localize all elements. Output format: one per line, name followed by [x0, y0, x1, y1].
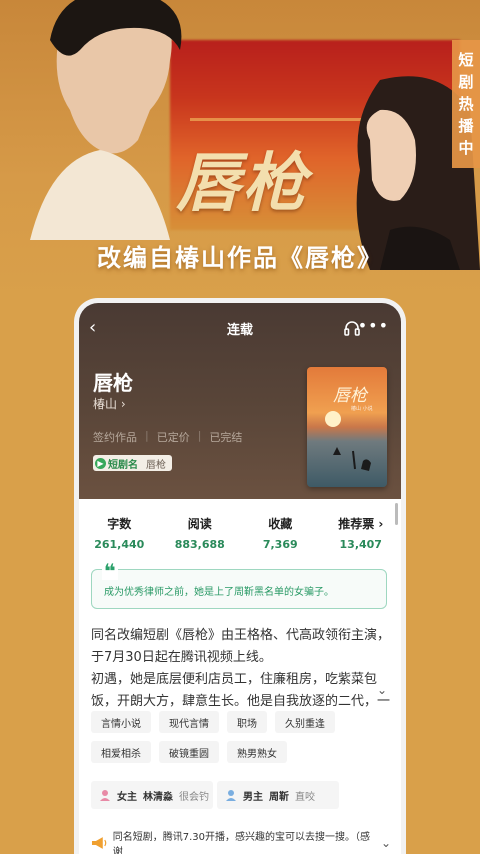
side-tag-char: 热: [458, 95, 474, 113]
side-tag-char: 中: [458, 139, 474, 157]
expand-announcement-icon[interactable]: ⌄: [381, 836, 391, 850]
top-bar: ‹ 连载 •••: [79, 313, 401, 343]
quote-text: 成为优秀律师之前，她是上了周靳黑名单的女骗子。: [104, 587, 334, 598]
genre-tags: 言情小说 现代言情 职场 久别重逢 相爱相杀 破镜重圆 熟男熟女: [91, 711, 391, 763]
tag-chip[interactable]: 熟男熟女: [227, 741, 287, 763]
character-roles: 女主 林清淼 很会钓 男主 周靳 直咬: [91, 781, 339, 809]
tag-chip[interactable]: 现代言情: [159, 711, 219, 733]
side-tag-char: 短: [458, 51, 474, 69]
tag-chip[interactable]: 言情小说: [91, 711, 151, 733]
stat-reads: 阅读 883,688: [174, 517, 225, 551]
expand-description-icon[interactable]: ⌄: [377, 683, 387, 697]
cover-title: 唇枪: [333, 386, 367, 406]
meta-completed: 已完结: [209, 431, 243, 444]
page-title: 连载: [226, 322, 253, 338]
book-cover[interactable]: 唇枪 椿山 小说: [307, 367, 387, 487]
more-icon[interactable]: •••: [358, 316, 389, 335]
play-icon: ▶: [95, 457, 106, 469]
megaphone-icon: [91, 837, 107, 849]
poster-title-art: 唇枪: [176, 146, 308, 221]
role-male-lead[interactable]: 男主 周靳 直咬: [217, 781, 339, 809]
person-icon: [100, 790, 110, 801]
meta-divider: |: [145, 429, 149, 442]
promo-banner[interactable]: 唇枪 改编自椿山作品《唇枪》 短 剧 热 播 中: [0, 0, 480, 300]
stat-word-count: 字数 261,440: [94, 517, 145, 551]
meta-priced: 已定价: [156, 431, 190, 444]
tag-chip[interactable]: 相爱相杀: [91, 741, 151, 763]
tag-chip[interactable]: 久别重逢: [275, 711, 335, 733]
banner-caption: 改编自椿山作品《唇枪》: [97, 244, 383, 272]
side-tag-char: 播: [458, 117, 474, 135]
book-meta: 签约作品 | 已定价 | 已完结: [93, 429, 242, 445]
announcement-text: 同名短剧，腾讯7.30开播，感兴趣的宝可以去搜一搜。（感谢: [112, 832, 370, 854]
role-female-lead[interactable]: 女主 林清淼 很会钓: [91, 781, 213, 809]
drama-badge-name: 唇枪: [146, 459, 166, 471]
meta-divider: |: [197, 429, 202, 442]
cover-figures-icon: [333, 447, 371, 471]
back-icon[interactable]: ‹: [89, 317, 109, 339]
stat-favorites: 收藏 7,369: [262, 517, 298, 551]
stats-row: 字数 261,440 阅读 883,688 收藏 7,369 推荐票 › 13,…: [79, 515, 401, 555]
drama-badge-label: ▶ 短剧名: [95, 456, 138, 471]
drama-badge[interactable]: ▶ 短剧名 唇枪: [93, 455, 172, 471]
phone-mockup: ‹ 连载 ••• 唇枪 椿山 › 签约作品 | 已定价 | 已完结 ▶ 短剧名 …: [74, 298, 406, 854]
author-link[interactable]: 椿山 ›: [93, 395, 126, 412]
quote-icon: ❝: [102, 559, 118, 583]
announcement-bar[interactable]: 同名短剧，腾讯7.30开播，感兴趣的宝可以去搜一搜。（感谢 ⌄: [91, 832, 391, 854]
cover-subtitle: 椿山 小说: [351, 406, 373, 412]
person-icon: [226, 790, 236, 801]
meta-signed: 签约作品: [93, 431, 137, 444]
stat-recommend-votes[interactable]: 推荐票 › 13,407: [321, 515, 402, 555]
tag-chip[interactable]: 职场: [227, 711, 267, 733]
tagline-quote: ❝ 成为优秀律师之前，她是上了周靳黑名单的女骗子。: [91, 561, 387, 609]
book-header: ‹ 连载 ••• 唇枪 椿山 › 签约作品 | 已定价 | 已完结 ▶ 短剧名 …: [79, 303, 401, 499]
side-tag-char: 剧: [458, 73, 474, 91]
book-title: 唇枪: [93, 371, 133, 395]
description-line: 同名改编短剧《唇枪》由王格格、代高政领衔主演，于7月30日起在腾讯视频上线。: [91, 628, 391, 665]
cover-sun: [325, 411, 341, 427]
trending-side-tag[interactable]: 短 剧 热 播 中: [452, 40, 480, 168]
tag-chip[interactable]: 破镜重圆: [159, 741, 219, 763]
